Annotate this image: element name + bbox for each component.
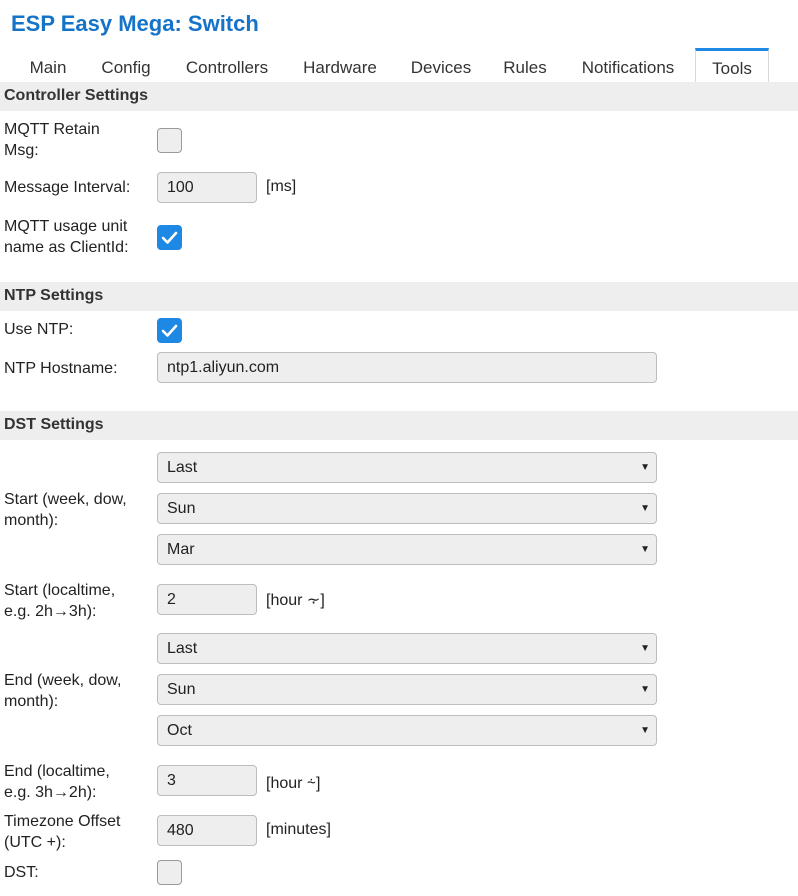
dst-start-time-label: Start (localtime, e.g. 2h→3h): xyxy=(4,580,115,622)
page-title: ESP Easy Mega: Switch xyxy=(11,11,259,36)
tab-devices[interactable]: Devices xyxy=(398,48,484,86)
timezone-offset-label-line2: (UTC +): xyxy=(4,834,66,851)
section-controller-settings: Controller Settings xyxy=(0,82,798,111)
client-id-label-line2: name as ClientId: xyxy=(4,239,129,256)
timezone-offset-input[interactable]: 480 xyxy=(157,815,257,846)
dst-end-time-input[interactable]: 3 xyxy=(157,765,257,796)
section-dst-settings: DST Settings xyxy=(0,411,798,440)
tab-notifications[interactable]: Notifications xyxy=(567,48,689,86)
tab-main[interactable]: Main xyxy=(15,48,81,86)
tab-config[interactable]: Config xyxy=(90,48,162,86)
dst-start-label-line2: month): xyxy=(4,512,59,529)
dst-end-label-line1: End (week, dow, xyxy=(4,672,122,689)
select-value: Mar xyxy=(167,541,195,558)
dst-start-week-select[interactable]: Last ▼ xyxy=(157,452,657,483)
dropdown-arrow-icon: ▼ xyxy=(640,544,650,555)
dst-checkbox[interactable] xyxy=(157,860,182,885)
ntp-hostname-label: NTP Hostname: xyxy=(4,360,118,377)
checkmark-icon xyxy=(161,324,178,337)
dropdown-arrow-icon: ▼ xyxy=(640,503,650,514)
message-interval-unit: [ms] xyxy=(266,178,297,195)
use-ntp-checkbox[interactable] xyxy=(157,318,182,343)
dropdown-arrow-icon: ▼ xyxy=(640,684,650,695)
dropdown-arrow-icon: ▼ xyxy=(640,725,650,736)
dst-end-week-select[interactable]: Last ▼ xyxy=(157,633,657,664)
dst-start-label-line1: Start (week, dow, xyxy=(4,491,127,508)
message-interval-input[interactable]: 100 xyxy=(157,172,257,203)
client-id-checkbox[interactable] xyxy=(157,225,182,250)
client-id-label: MQTT usage unit name as ClientId: xyxy=(4,216,129,258)
select-value: Sun xyxy=(167,500,196,517)
ntp-hostname-input[interactable]: ntp1.aliyun.com xyxy=(157,352,657,383)
dst-end-label-line2: month): xyxy=(4,693,59,710)
timezone-offset-label: Timezone Offset (UTC +): xyxy=(4,811,121,853)
dst-end-time-label-line1: End (localtime, xyxy=(4,763,110,780)
select-value: Last xyxy=(167,459,198,476)
select-value: Last xyxy=(167,640,198,657)
dst-start-time-label-line1: Start (localtime, xyxy=(4,582,116,599)
dropdown-arrow-icon: ▼ xyxy=(640,643,650,654)
dst-start-label: Start (week, dow, month): xyxy=(4,489,127,531)
dropdown-arrow-icon: ▼ xyxy=(640,462,650,473)
tab-controllers[interactable]: Controllers xyxy=(172,48,282,86)
timezone-offset-label-line1: Timezone Offset xyxy=(4,813,121,830)
checkmark-icon xyxy=(161,231,178,244)
mqtt-retain-label-line1: MQTT Retain xyxy=(4,121,100,138)
select-value: Oct xyxy=(167,722,192,739)
dst-label: DST: xyxy=(4,864,39,881)
dst-end-time-unit: [hour ⸞] xyxy=(266,775,321,792)
dst-start-time-input[interactable]: 2 xyxy=(157,584,257,615)
dst-start-time-label-line2: e.g. 2h→3h): xyxy=(4,603,97,620)
dst-start-time-unit: [hour ⸟] xyxy=(266,592,325,609)
section-title: DST Settings xyxy=(4,416,104,433)
dst-end-label: End (week, dow, month): xyxy=(4,670,121,712)
section-title: NTP Settings xyxy=(4,287,104,304)
mqtt-retain-label-line2: Msg: xyxy=(4,142,39,159)
tab-hardware[interactable]: Hardware xyxy=(290,48,390,86)
dst-start-month-select[interactable]: Mar ▼ xyxy=(157,534,657,565)
message-interval-label: Message Interval: xyxy=(4,179,131,196)
mqtt-retain-label: MQTT Retain Msg: xyxy=(4,119,100,161)
section-title: Controller Settings xyxy=(4,87,149,104)
dst-start-dow-select[interactable]: Sun ▼ xyxy=(157,493,657,524)
select-value: Sun xyxy=(167,681,196,698)
tab-rules[interactable]: Rules xyxy=(493,48,557,86)
mqtt-retain-checkbox[interactable] xyxy=(157,128,182,153)
dst-end-month-select[interactable]: Oct ▼ xyxy=(157,715,657,746)
dst-end-time-label-line2: e.g. 3h→2h): xyxy=(4,784,97,801)
section-ntp-settings: NTP Settings xyxy=(0,282,798,311)
dst-end-dow-select[interactable]: Sun ▼ xyxy=(157,674,657,705)
dst-end-time-label: End (localtime, e.g. 3h→2h): xyxy=(4,761,110,803)
client-id-label-line1: MQTT usage unit xyxy=(4,218,128,235)
use-ntp-label: Use NTP: xyxy=(4,321,74,338)
timezone-offset-unit: [minutes] xyxy=(266,821,331,838)
